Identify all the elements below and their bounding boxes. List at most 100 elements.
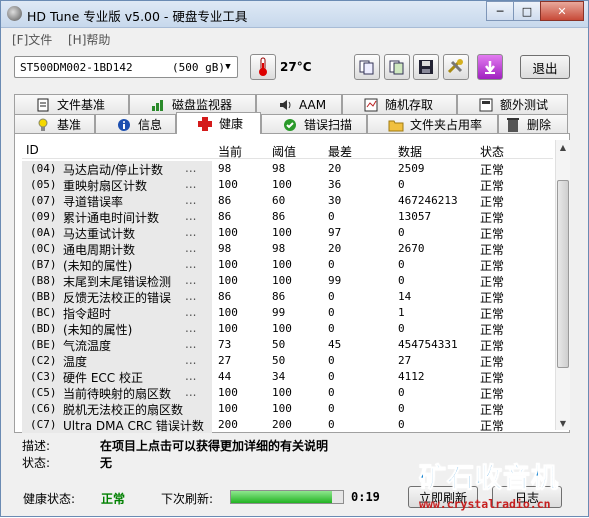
vertical-scrollbar[interactable]: ▲ ▼ <box>555 140 570 430</box>
tab-extra-tests[interactable]: 额外测试 <box>457 94 568 114</box>
tab-error-scan[interactable]: 错误扫描 <box>261 114 367 134</box>
cell-worst: 97 <box>328 226 342 239</box>
table-row[interactable]: (C7) Ultra DMA CRC 错误计数 200 200 0 0 正常 <box>22 417 553 433</box>
tab-label: 错误扫描 <box>304 118 353 132</box>
cell-data: 0 <box>398 418 405 431</box>
cell-data: 467246213 <box>398 194 458 207</box>
cell-data: 0 <box>398 322 405 335</box>
table-row[interactable]: (BD) (未知的属性)... 100 100 0 0 正常 <box>22 321 553 337</box>
cell-status: 正常 <box>480 323 505 337</box>
table-row[interactable]: (05) 重映射扇区计数... 100 100 36 0 正常 <box>22 177 553 193</box>
col-threshold[interactable]: 阈值 <box>272 143 296 160</box>
copy-text-button[interactable] <box>354 54 380 80</box>
close-button[interactable]: ✕ <box>540 1 584 21</box>
drive-select[interactable]: ST500DM002-1BD142 (500 gB) ▼ <box>14 56 238 78</box>
menu-file[interactable]: [F]文件 <box>12 31 52 48</box>
attribute-code: (C2) <box>30 354 57 367</box>
table-row[interactable]: (BC) 指令超时... 100 99 0 1 正常 <box>22 305 553 321</box>
scroll-down-arrow-icon[interactable]: ▼ <box>556 416 570 430</box>
temperature-value: 27°C <box>280 60 312 74</box>
tab-folder-usage[interactable]: 文件夹占用率 <box>367 114 498 134</box>
options-button[interactable] <box>443 54 469 80</box>
table-row[interactable]: (C3) 硬件 ECC 校正... 44 34 0 4112 正常 <box>22 369 553 385</box>
attribute-ellipsis: ... <box>185 193 197 207</box>
tab-erase[interactable]: 删除 <box>498 114 568 134</box>
tab-health[interactable]: 健康 <box>176 112 261 134</box>
download-button[interactable] <box>477 54 503 80</box>
save-button[interactable] <box>413 54 439 80</box>
attribute-name: (未知的属性) <box>63 323 133 337</box>
cell-threshold: 34 <box>272 370 286 383</box>
table-row[interactable]: (04) 马达启动/停止计数... 98 98 20 2509 正常 <box>22 161 553 177</box>
cell-status: 正常 <box>480 403 505 417</box>
tab-file-benchmark[interactable]: 文件基准 <box>14 94 129 114</box>
maximize-button[interactable]: □ <box>513 1 541 21</box>
cell-status: 正常 <box>480 339 505 353</box>
tab-label: AAM <box>299 97 327 112</box>
table-row[interactable]: (0C) 通电周期计数... 98 98 20 2670 正常 <box>22 241 553 257</box>
cell-data: 0 <box>398 258 405 271</box>
table-row[interactable]: (B8) 末尾到末尾错误检测... 100 100 99 0 正常 <box>22 273 553 289</box>
cell-status: 正常 <box>480 275 505 289</box>
arrow-down-icon <box>485 61 495 74</box>
random-access-icon <box>363 97 379 113</box>
cell-current: 73 <box>218 338 232 351</box>
cell-current: 86 <box>218 290 232 303</box>
table-row[interactable]: (B7) (未知的属性)... 100 100 0 0 正常 <box>22 257 553 273</box>
col-id[interactable]: ID <box>26 143 39 157</box>
scroll-up-arrow-icon[interactable]: ▲ <box>556 140 570 154</box>
attribute-id-cell: (BE) 气流温度... <box>22 337 212 353</box>
table-row[interactable]: (C6) 脱机无法校正的扇区数 100 100 0 0 正常 <box>22 401 553 417</box>
attribute-code: (04) <box>30 162 57 175</box>
hdtune-app-icon <box>7 6 22 21</box>
attribute-id-cell: (C3) 硬件 ECC 校正... <box>22 369 212 385</box>
cell-threshold: 100 <box>272 322 292 335</box>
error-scan-icon <box>282 117 298 133</box>
cell-data: 14 <box>398 290 412 303</box>
table-row[interactable]: (BE) 气流温度... 73 50 45 454754331 正常 <box>22 337 553 353</box>
table-row[interactable]: (C2) 温度... 27 50 0 27 正常 <box>22 353 553 369</box>
cell-status: 正常 <box>480 259 505 273</box>
col-status[interactable]: 状态 <box>480 143 504 160</box>
cell-worst: 30 <box>328 194 342 207</box>
col-data[interactable]: 数据 <box>398 143 422 160</box>
cell-worst: 45 <box>328 338 342 351</box>
attribute-id-cell: (BB) 反馈无法校正的错误... <box>22 289 212 305</box>
table-row[interactable]: (0A) 马达重试计数... 100 100 97 0 正常 <box>22 225 553 241</box>
title-bar[interactable]: HD Tune 专业版 v5.00 - 硬盘专业工具 ─ □ ✕ <box>1 1 588 28</box>
attribute-ellipsis: ... <box>185 305 197 319</box>
cell-threshold: 100 <box>272 258 292 271</box>
cell-threshold: 100 <box>272 178 292 191</box>
tab-aam[interactable]: AAM <box>256 94 342 114</box>
health-cross-icon <box>197 116 213 132</box>
chevron-down-icon[interactable]: ▼ <box>219 57 237 77</box>
attribute-ellipsis: ... <box>185 257 197 271</box>
col-worst[interactable]: 最差 <box>328 143 352 160</box>
copy-screenshot-button[interactable] <box>384 54 410 80</box>
tab-benchmark[interactable]: 基准 <box>14 114 95 134</box>
table-row[interactable]: (07) 寻道错误率... 86 60 30 467246213 正常 <box>22 193 553 209</box>
cell-status: 正常 <box>480 371 505 385</box>
attribute-code: (BB) <box>30 290 57 303</box>
scrollbar-thumb[interactable] <box>557 180 569 368</box>
attribute-ellipsis: ... <box>185 225 197 239</box>
thermometer-icon <box>250 54 276 80</box>
cell-threshold: 50 <box>272 338 286 351</box>
cell-threshold: 100 <box>272 226 292 239</box>
cell-status: 正常 <box>480 291 505 305</box>
minimize-button[interactable]: ─ <box>486 1 514 21</box>
table-row[interactable]: (C5) 当前待映射的扇区数... 100 100 0 0 正常 <box>22 385 553 401</box>
table-row[interactable]: (09) 累计通电时间计数... 86 86 0 13057 正常 <box>22 209 553 225</box>
watermark-url: www.crystalradio.cn <box>419 497 551 511</box>
table-row[interactable]: (BB) 反馈无法校正的错误... 86 86 0 14 正常 <box>22 289 553 305</box>
menu-help[interactable]: [H]帮助 <box>68 31 110 48</box>
tab-random-access[interactable]: 随机存取 <box>342 94 457 114</box>
col-current[interactable]: 当前 <box>218 143 242 160</box>
exit-button[interactable]: 退出 <box>520 55 570 79</box>
cell-worst: 99 <box>328 274 342 287</box>
cell-threshold: 98 <box>272 162 286 175</box>
cell-data: 0 <box>398 178 405 191</box>
tab-info[interactable]: 信息 <box>95 114 176 134</box>
tab-disk-monitor[interactable]: 磁盘监视器 <box>129 94 256 114</box>
cell-current: 86 <box>218 194 232 207</box>
